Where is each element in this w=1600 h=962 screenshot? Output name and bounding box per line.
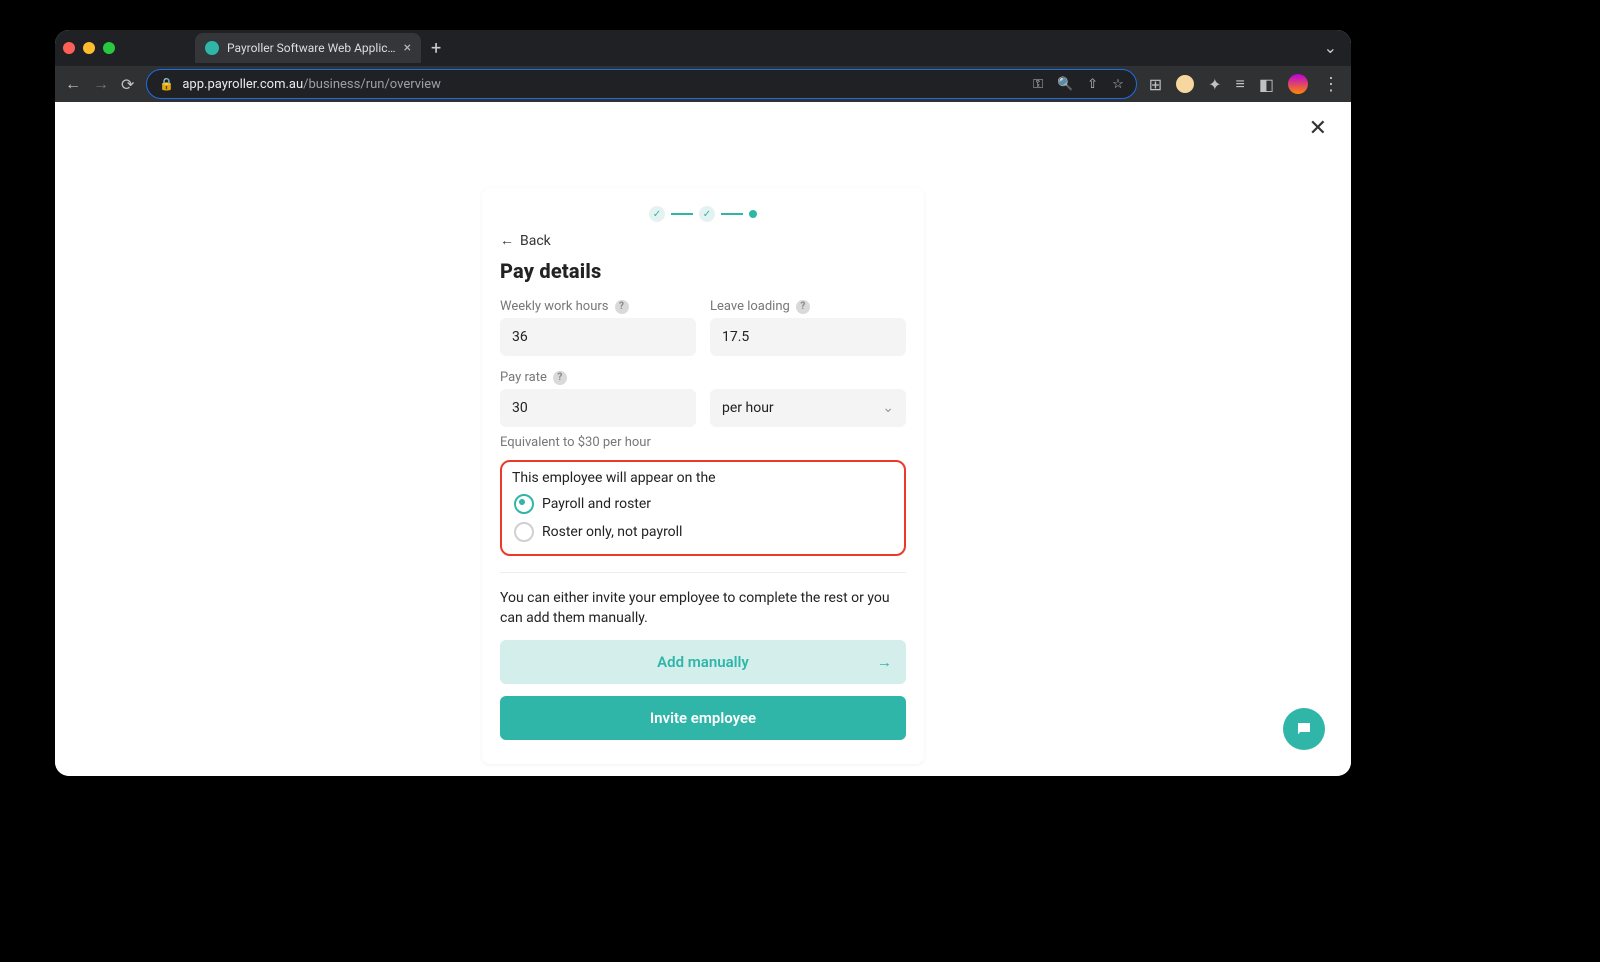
pay-details-modal: ✓ ✓ ← Back Pay details Weekly work hours bbox=[482, 188, 924, 764]
pay-rate-unit-select[interactable]: per hour ⌄ bbox=[710, 389, 906, 427]
window-close-dot[interactable] bbox=[63, 42, 75, 54]
extensions-icon[interactable]: ✦ bbox=[1208, 75, 1221, 94]
weekly-hours-label: Weekly work hours ? bbox=[500, 299, 696, 314]
weekly-hours-input[interactable]: 36 bbox=[500, 318, 696, 356]
step-2-done-icon: ✓ bbox=[699, 206, 715, 222]
tab-close-icon[interactable]: × bbox=[404, 40, 411, 56]
back-arrow-icon: ← bbox=[500, 232, 514, 249]
browser-window: Payroller Software Web Applic… × + ⌄ ← →… bbox=[55, 30, 1351, 776]
pay-rate-equivalent-hint: Equivalent to $30 per hour bbox=[500, 435, 906, 450]
new-tab-button[interactable]: + bbox=[431, 38, 441, 59]
reading-list-icon[interactable]: ≡ bbox=[1236, 74, 1245, 94]
browser-tab-active[interactable]: Payroller Software Web Applic… × bbox=[195, 33, 421, 63]
back-label: Back bbox=[520, 233, 551, 249]
chrome-toolbar: ← → ⟳ 🔒 app.payroller.com.au/business/ru… bbox=[55, 66, 1351, 102]
key-icon[interactable]: ⚿ bbox=[1033, 77, 1043, 92]
help-icon[interactable]: ? bbox=[553, 371, 567, 385]
step-line bbox=[671, 213, 693, 215]
radio-dot-icon bbox=[514, 522, 534, 542]
reload-icon[interactable]: ⟳ bbox=[121, 75, 134, 94]
radio-label: Payroll and roster bbox=[542, 496, 651, 512]
radio-roster-only[interactable]: Roster only, not payroll bbox=[510, 518, 896, 546]
step-line bbox=[721, 213, 743, 215]
profile-avatar[interactable] bbox=[1288, 74, 1308, 94]
share-icon[interactable]: ⇧ bbox=[1087, 77, 1098, 92]
radio-dot-icon bbox=[514, 494, 534, 514]
extension-face-icon[interactable] bbox=[1176, 75, 1194, 93]
invite-employee-button[interactable]: Invite employee bbox=[500, 696, 906, 740]
chevron-down-icon: ⌄ bbox=[882, 400, 894, 416]
radio-payroll-and-roster[interactable]: Payroll and roster bbox=[510, 490, 896, 518]
extension-grid-icon[interactable]: ⊞ bbox=[1149, 75, 1162, 94]
panel-icon[interactable]: ◧ bbox=[1259, 75, 1274, 94]
wizard-stepper: ✓ ✓ bbox=[500, 202, 906, 226]
address-bar[interactable]: 🔒 app.payroller.com.au/business/run/over… bbox=[146, 69, 1136, 99]
divider bbox=[500, 572, 906, 573]
window-minimize-dot[interactable] bbox=[83, 42, 95, 54]
modal-close-icon[interactable]: ✕ bbox=[1309, 116, 1327, 141]
radio-label: Roster only, not payroll bbox=[542, 524, 682, 540]
star-icon[interactable]: ☆ bbox=[1112, 77, 1124, 92]
url-path: /business/run/overview bbox=[303, 77, 441, 92]
pay-rate-label: Pay rate ? bbox=[500, 370, 906, 385]
arrow-right-icon: → bbox=[877, 653, 892, 671]
leave-loading-input[interactable]: 17.5 bbox=[710, 318, 906, 356]
kebab-menu-icon[interactable]: ⋮ bbox=[1322, 74, 1341, 95]
add-manually-button[interactable]: Add manually → bbox=[500, 640, 906, 684]
leave-loading-label: Leave loading ? bbox=[710, 299, 906, 314]
step-1-done-icon: ✓ bbox=[649, 206, 665, 222]
chrome-tab-strip: Payroller Software Web Applic… × + ⌄ bbox=[55, 30, 1351, 66]
tab-favicon-icon bbox=[205, 41, 219, 55]
chat-widget-button[interactable] bbox=[1283, 708, 1325, 750]
url-host: app.payroller.com.au bbox=[182, 77, 303, 92]
chrome-dropdown-icon[interactable]: ⌄ bbox=[1324, 38, 1337, 57]
window-zoom-dot[interactable] bbox=[103, 42, 115, 54]
page-content: ✕ ✓ ✓ ← Back Pay details bbox=[55, 102, 1351, 776]
back-button[interactable]: ← Back bbox=[500, 232, 906, 249]
appears-on-group-highlight: This employee will appear on the Payroll… bbox=[500, 460, 906, 556]
invite-info-text: You can either invite your employee to c… bbox=[500, 589, 906, 628]
chat-icon bbox=[1295, 720, 1313, 738]
help-icon[interactable]: ? bbox=[796, 300, 810, 314]
step-3-active-icon bbox=[749, 210, 757, 218]
extension-tray: ⊞ ✦ ≡ ◧ ⋮ bbox=[1149, 74, 1341, 95]
page-title: Pay details bbox=[500, 259, 906, 283]
pay-rate-input[interactable]: 30 bbox=[500, 389, 696, 427]
back-icon[interactable]: ← bbox=[65, 74, 81, 94]
zoom-icon[interactable]: 🔍 bbox=[1057, 77, 1073, 92]
help-icon[interactable]: ? bbox=[615, 300, 629, 314]
forward-icon[interactable]: → bbox=[93, 74, 109, 94]
appears-on-title: This employee will appear on the bbox=[512, 470, 896, 486]
tab-title: Payroller Software Web Applic… bbox=[227, 41, 396, 55]
lock-icon: 🔒 bbox=[159, 77, 174, 91]
